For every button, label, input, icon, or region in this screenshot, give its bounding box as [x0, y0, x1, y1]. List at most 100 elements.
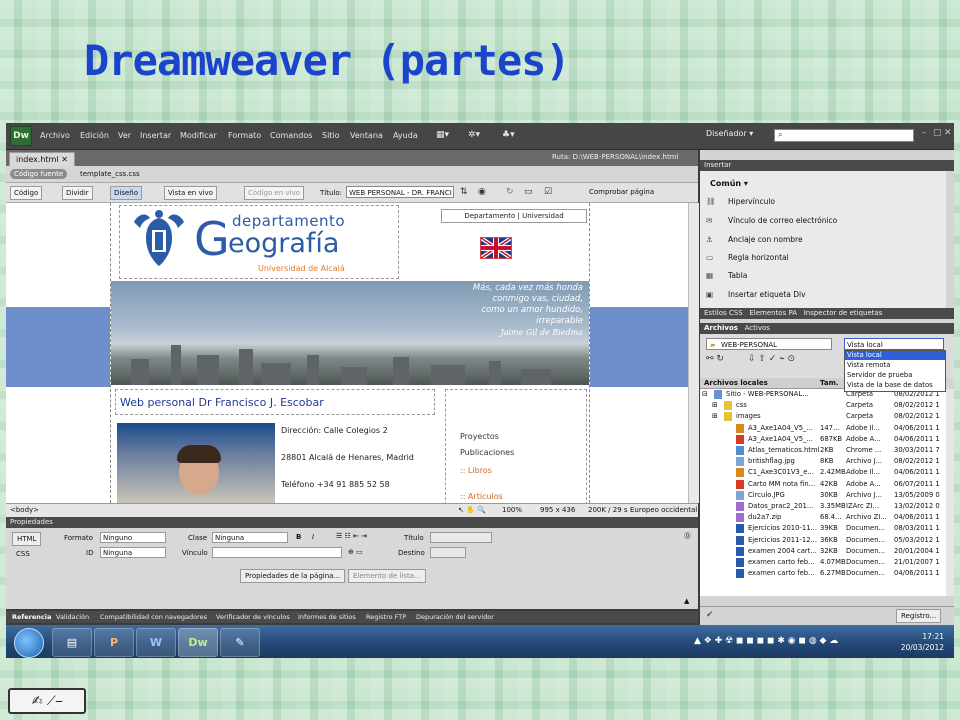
maximize-icon[interactable]: ▢	[933, 128, 942, 138]
search-input[interactable]: ⌕	[774, 129, 914, 142]
insert-panel-header[interactable]: Insertar	[700, 160, 954, 171]
insert-table[interactable]: ▦ Tabla	[706, 271, 747, 280]
menu-ver[interactable]: Ver	[118, 131, 131, 140]
document-scrollbar[interactable]	[688, 203, 699, 503]
view-option-remote[interactable]: Vista remota	[845, 361, 945, 370]
link-input[interactable]	[212, 547, 342, 558]
file-row[interactable]: Carto MM nota fin... 42KB Adobe A... 06/07/…	[700, 479, 946, 490]
tab-elementos-pa[interactable]: Elementos PA	[749, 309, 797, 317]
view-option-test[interactable]: Servidor de prueba	[845, 371, 945, 380]
zoom-select[interactable]: 100%	[502, 506, 522, 514]
title-field[interactable]	[430, 532, 492, 543]
expand-icon[interactable]: ⊞	[712, 400, 718, 411]
explorer-icon[interactable]: ▤	[52, 628, 92, 657]
file-row[interactable]: ⊞ css Carpeta 08/02/2012 1	[700, 400, 946, 411]
insert-category[interactable]: Común ▾	[710, 179, 748, 188]
bold-button[interactable]: B	[296, 533, 301, 541]
class-select[interactable]: Ninguna	[212, 532, 288, 543]
insert-div[interactable]: ▣ Insertar etiqueta Div	[706, 290, 806, 299]
refresh-icon[interactable]: ↻	[506, 187, 514, 197]
workspace-switcher[interactable]: Diseñador ▾	[706, 129, 766, 143]
paint-icon[interactable]: ✎	[220, 628, 260, 657]
list-icon[interactable]: ☰ ☷ ⇤ ⇥	[336, 532, 367, 540]
file-row[interactable]: Ejercicios 2010-11... 39KB Documen... 08/03…	[700, 523, 946, 534]
select-tool-icon[interactable]: ↖ ✋ 🔍	[458, 506, 486, 514]
tab-registro-ftp[interactable]: Registro FTP	[366, 613, 406, 621]
file-row[interactable]: du2a7.zip 68.4... Archivo ZI... 04/06/2011 …	[700, 512, 946, 523]
insert-email-link[interactable]: ✉ Vínculo de correo electrónico	[706, 216, 837, 225]
document-tab[interactable]: index.html ✕	[9, 152, 75, 167]
menu-sitio[interactable]: Sitio	[322, 131, 340, 140]
expand-icon[interactable]: ⊟	[702, 389, 708, 400]
id-select[interactable]: Ninguna	[100, 547, 166, 558]
menu-ventana[interactable]: Ventana	[350, 131, 383, 140]
nav-publicaciones[interactable]: Publicaciones	[460, 448, 514, 457]
files-scrollbar[interactable]	[946, 389, 954, 596]
css-mode-button[interactable]: CSS	[12, 548, 34, 560]
visual-aids-icon[interactable]: ▭	[524, 187, 533, 197]
window-size[interactable]: 995 x 436	[540, 506, 575, 514]
file-row[interactable]: Ejercicios 2011-12... 36KB Documen... 05/03…	[700, 535, 946, 546]
title-input[interactable]: WEB PERSONAL - DR. FRANCI	[346, 186, 454, 198]
word-icon[interactable]: W	[136, 628, 176, 657]
preview-browser-icon[interactable]: ◉	[478, 187, 486, 197]
powerpoint-icon[interactable]: P	[94, 628, 134, 657]
menu-edicion[interactable]: Edición	[80, 131, 109, 140]
page-properties-button[interactable]: Propiedades de la página...	[240, 569, 346, 583]
menu-insertar[interactable]: Insertar	[140, 131, 171, 140]
target-select[interactable]	[430, 547, 466, 558]
tab-informes[interactable]: Informes de sitios	[298, 613, 356, 621]
insert-hyperlink[interactable]: ⛓ Hipervínculo	[706, 197, 775, 206]
nav-articulos[interactable]: :: Artículos	[460, 492, 503, 501]
menu-comandos[interactable]: Comandos	[270, 131, 312, 140]
insert-horizontal-rule[interactable]: ▭ Regla horizontal	[706, 253, 789, 262]
tab-referencia[interactable]: Referencia	[12, 613, 51, 621]
help-icon[interactable]: ⓪	[684, 531, 691, 541]
collapse-icon[interactable]: ▲	[684, 597, 689, 605]
check-page-button[interactable]: Comprobar página	[586, 186, 657, 198]
list-item-button[interactable]: Elemento de lista...	[348, 569, 426, 583]
log-button[interactable]: Registro...	[896, 609, 942, 623]
view-option-local[interactable]: Vista local	[845, 351, 945, 360]
tab-depuracion[interactable]: Depuración del servidor	[416, 613, 494, 621]
menu-ayuda[interactable]: Ayuda	[393, 131, 418, 140]
view-select[interactable]: Vista local	[844, 338, 944, 350]
file-row[interactable]: Circulo.JPG 30KB Archivo J... 13/05/2009 0	[700, 490, 946, 501]
col-archivos-locales[interactable]: Archivos locales	[704, 379, 768, 387]
close-icon[interactable]: ✕	[944, 128, 952, 138]
menu-archivo[interactable]: Archivo	[40, 131, 70, 140]
tab-close-icon[interactable]: ✕	[61, 155, 68, 164]
tab-estilos-css[interactable]: Estilos CSS	[704, 309, 743, 317]
nav-proyectos[interactable]: Proyectos	[460, 432, 499, 441]
tab-verificador[interactable]: Verificador de vínculos	[216, 613, 290, 621]
clock[interactable]: 17:21 20/03/2012	[901, 631, 944, 653]
tab-validacion[interactable]: Validación	[56, 613, 89, 621]
dreamweaver-icon[interactable]: Dw	[178, 628, 218, 657]
top-links[interactable]: Departamento | Universidad	[441, 209, 587, 223]
layout-icon[interactable]: ▦▾	[436, 130, 449, 140]
view-option-database[interactable]: Vista de la base de datos	[845, 381, 945, 390]
file-row[interactable]: examen carto feb... 6.27MB Documen... 04/06…	[700, 568, 946, 579]
split-view-button[interactable]: Dividir	[62, 186, 93, 200]
tag-selector[interactable]: <body>	[10, 506, 39, 514]
design-view-button[interactable]: Diseño	[110, 186, 143, 200]
start-button[interactable]	[14, 628, 44, 658]
tray-icons[interactable]: ▲ ❖ ✚ ☢ ◼ ◼ ◼ ◼ ✱ ◉ ◼ ◍ ◆ ☁	[694, 636, 838, 646]
tab-inspector-etiquetas[interactable]: Inspector de etiquetas	[804, 309, 883, 317]
extend-icon[interactable]: ✲▾	[468, 130, 480, 140]
code-view-button[interactable]: Código	[10, 186, 43, 200]
properties-header[interactable]: Propiedades	[6, 517, 698, 528]
source-code-pill[interactable]: Código fuente	[10, 169, 68, 179]
site-select[interactable]: ▰ WEB-PERSONAL	[706, 338, 832, 350]
insert-anchor[interactable]: ⚓ Anclaje con nombre	[706, 235, 803, 244]
file-row[interactable]: examen carto feb... 4.07MB Documen... 21/01…	[700, 557, 946, 568]
live-view-button[interactable]: Vista en vivo	[164, 186, 217, 200]
minimize-icon[interactable]: –	[922, 128, 927, 138]
files-list[interactable]: ⊟ Sitio - WEB-PERSONAL... Carpeta 08/02/201…	[700, 389, 946, 596]
file-row[interactable]: britishflag.jpg 8KB Archivo J... 08/02/2012…	[700, 456, 946, 467]
live-code-button[interactable]: Código en vivo	[244, 186, 304, 200]
file-row[interactable]: C1_Axe3C01V3_e... 2.42MB Adobe Il... 04/06/…	[700, 467, 946, 478]
design-canvas[interactable]: departamento G eografía Universidad de A…	[6, 203, 688, 503]
file-row[interactable]: A3_Axe1A04_V5_... 147... Adobe Il... 04/06/…	[700, 423, 946, 434]
validate-icon[interactable]: ☑	[544, 187, 552, 197]
